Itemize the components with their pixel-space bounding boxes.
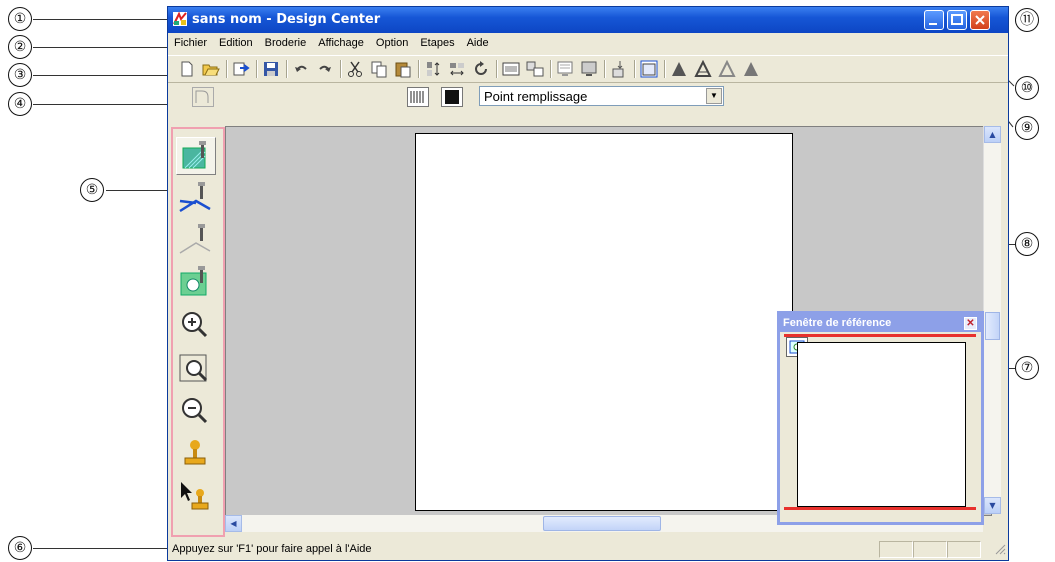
callout-line-5 [106,190,168,191]
stage3-icon[interactable] [718,60,736,78]
scroll-left-button[interactable]: ◀ [225,515,242,532]
rotate-icon[interactable] [472,60,490,78]
page-properties-icon[interactable] [502,60,520,78]
callout-4: ④ [8,92,32,116]
stage1-icon[interactable] [670,60,688,78]
sewing-attributes-bar: Point remplissage ▼ [168,83,1008,113]
menu-edition[interactable]: Edition [213,34,259,49]
reference-window-body [780,332,981,522]
callout-10: ⑩ [1015,76,1039,100]
line-sewing-icon[interactable] [192,87,214,107]
restore-icon [951,14,963,25]
menu-aide[interactable]: Aide [461,34,495,49]
stitch-type-dropdown[interactable]: Point remplissage ▼ [479,86,724,106]
stitch-settings-icon[interactable] [526,60,544,78]
save-icon[interactable] [262,60,280,78]
horizontal-scroll-thumb[interactable] [543,516,661,531]
import-icon[interactable] [232,60,250,78]
design-center-app-icon[interactable] [172,11,188,27]
menu-bar: Fichier Edition Broderie Affichage Option Eta… [168,34,1008,54]
menu-option[interactable]: Option [370,34,414,49]
callout-2: ② [8,35,32,59]
reference-view[interactable] [797,342,966,507]
flip-vertical-icon[interactable] [424,60,442,78]
vertical-scrollbar[interactable]: ▲ ▼ [983,126,1001,514]
toolbar [168,55,1008,83]
callout-line-6 [33,548,168,549]
reference-window-title: Fenêtre de référence [783,317,892,329]
reference-window-titlebar[interactable]: Fenêtre de référence ✕ [780,314,981,332]
write-to-card-icon[interactable] [610,60,628,78]
stage2-icon[interactable] [694,60,712,78]
design-page[interactable] [415,133,793,511]
stage4-icon[interactable] [742,60,760,78]
new-file-icon[interactable] [178,60,196,78]
thread-stitch-icon[interactable] [407,87,429,107]
window-title: sans nom - Design Center [192,12,381,27]
callout-5: ⑤ [80,178,104,202]
tool-palette-frame [171,127,225,537]
resize-grip-icon[interactable] [994,543,1006,555]
status-panel [913,541,947,558]
flip-horizontal-icon[interactable] [448,60,466,78]
design-center-page-icon[interactable] [556,60,574,78]
status-bar: Appuyez sur 'F1' pour faire appel à l'Ai… [168,539,1008,559]
status-text: Appuyez sur 'F1' pour faire appel à l'Ai… [172,543,372,555]
chevron-down-icon[interactable]: ▼ [706,88,722,104]
callout-3: ③ [8,63,32,87]
status-panel [947,541,981,558]
reference-window[interactable]: Fenêtre de référence ✕ [777,311,984,525]
callout-7: ⑦ [1015,356,1039,380]
vertical-scroll-thumb[interactable] [985,312,1000,340]
color-swatch-icon[interactable] [441,87,463,107]
callout-9: ⑨ [1015,116,1039,140]
menu-fichier[interactable]: Fichier [168,34,213,49]
maximize-button[interactable] [947,10,967,30]
reference-window-icon[interactable] [640,60,658,78]
close-icon [975,15,985,25]
status-panel [879,541,913,558]
redo-icon[interactable] [316,60,334,78]
red-frame-bar [784,334,976,337]
open-folder-icon[interactable] [202,60,220,78]
callout-line-3 [33,75,168,76]
paste-icon[interactable] [394,60,412,78]
close-button[interactable] [970,10,990,30]
callout-line-2 [33,47,168,48]
stitch-type-value: Point remplissage [484,89,588,104]
layout-editing-icon[interactable] [580,60,598,78]
red-frame-bar [784,507,976,510]
scroll-down-button[interactable]: ▼ [984,497,1001,514]
callout-6: ⑥ [8,536,32,560]
menu-affichage[interactable]: Affichage [312,34,370,49]
undo-icon[interactable] [292,60,310,78]
scroll-up-button[interactable]: ▲ [984,126,1001,143]
copy-icon[interactable] [370,60,388,78]
callout-1: ① [8,7,32,31]
minimize-icon [929,23,937,25]
callout-8: ⑧ [1015,232,1039,256]
cut-icon[interactable] [346,60,364,78]
minimize-button[interactable] [924,10,944,30]
callout-11: ⑪ [1015,8,1039,32]
menu-broderie[interactable]: Broderie [259,34,313,49]
menu-etapes[interactable]: Etapes [414,34,460,49]
callout-line-1 [33,19,168,20]
title-bar[interactable]: sans nom - Design Center [168,7,1008,33]
close-icon[interactable]: ✕ [964,317,977,330]
